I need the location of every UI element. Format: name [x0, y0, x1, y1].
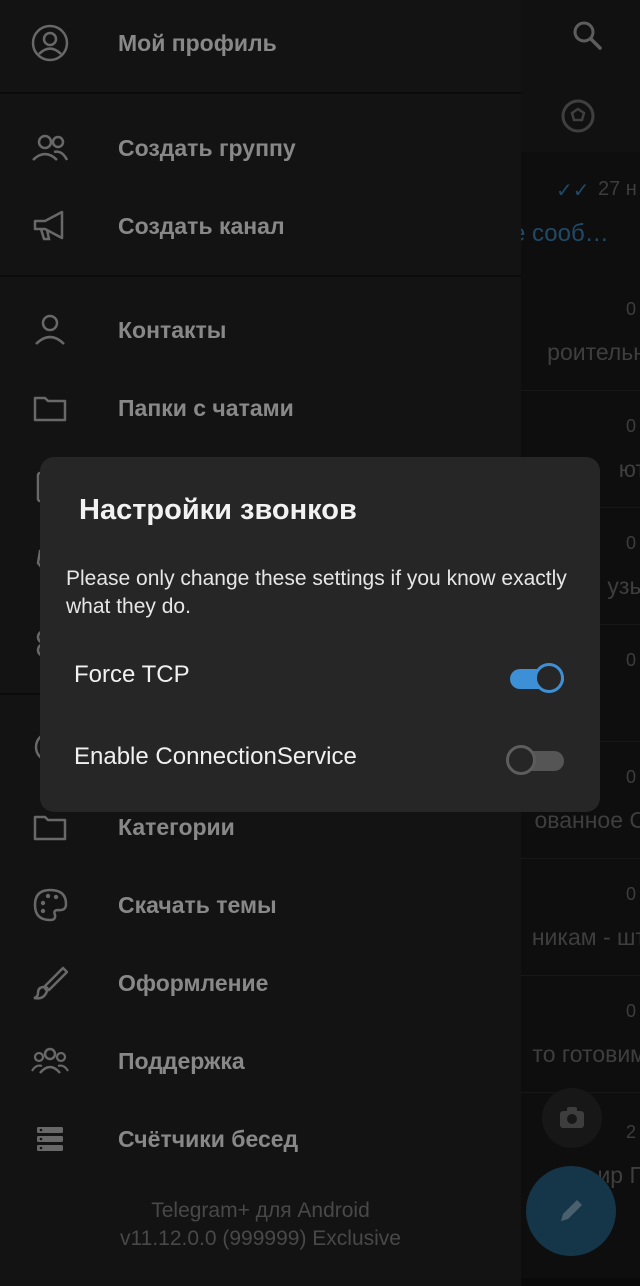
- connection-service-toggle[interactable]: [506, 745, 564, 775]
- call-settings-dialog: Настройки звонков Please only change the…: [40, 457, 600, 812]
- dialog-description: Please only change these settings if you…: [66, 567, 567, 618]
- dialog-title: Настройки звонков: [79, 494, 357, 526]
- toggle-thumb: [506, 745, 536, 775]
- force-tcp-toggle[interactable]: [510, 663, 564, 693]
- setting-label: Enable ConnectionService: [74, 743, 357, 770]
- setting-connection-service[interactable]: Enable ConnectionService: [40, 719, 600, 799]
- toggle-thumb: [534, 663, 564, 693]
- setting-label: Force TCP: [74, 661, 190, 688]
- setting-force-tcp[interactable]: Force TCP: [40, 637, 600, 717]
